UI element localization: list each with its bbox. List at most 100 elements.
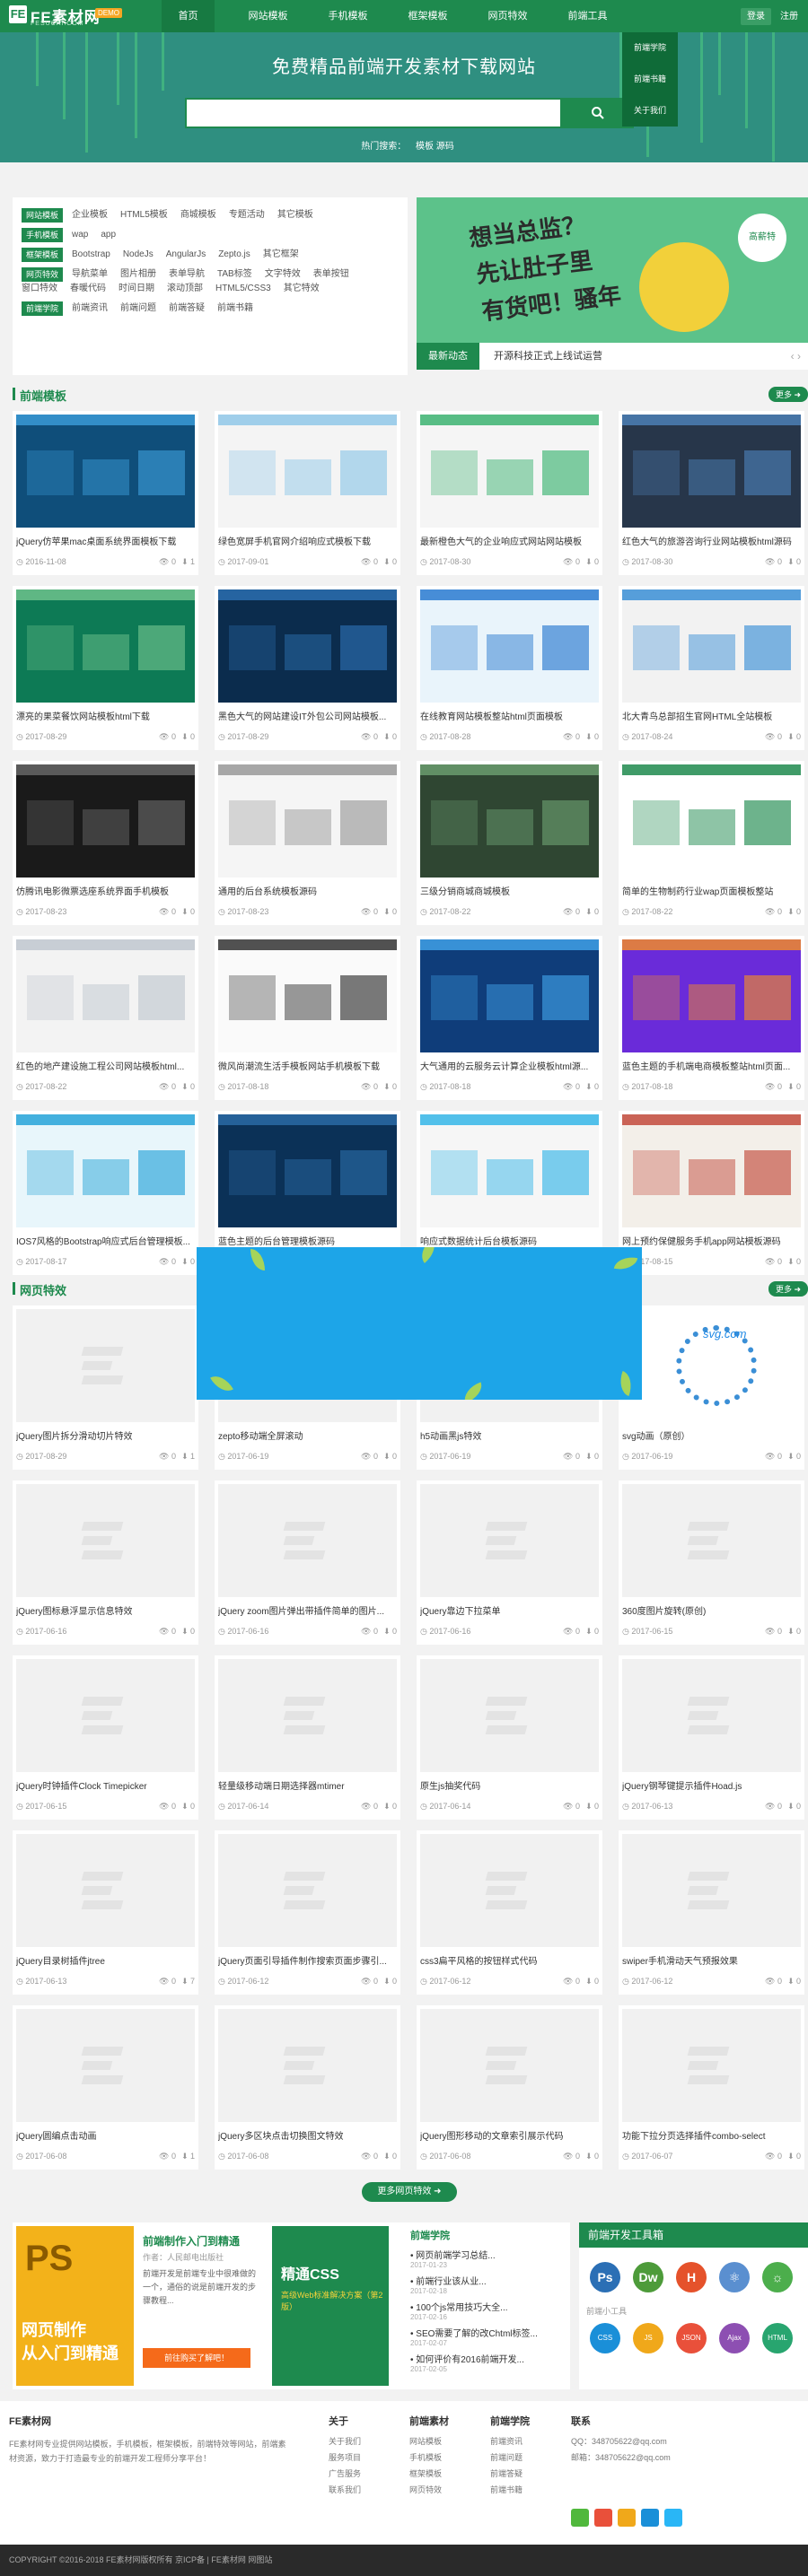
template-title[interactable]: IOS7风格的Bootstrap响应式后台管理模板... [16,1234,195,1247]
template-thumbnail[interactable] [218,415,397,528]
effect-thumbnail[interactable] [420,2009,599,2122]
tool-icon[interactable]: Ps [590,2262,620,2292]
effect-title[interactable]: jQuery目录树插件jtree [16,1953,195,1967]
footer-link[interactable]: 联系我们 [329,2482,361,2498]
effect-card[interactable]: 功能下拉分页选择插件combo-select ◷ 2017-06-07 👁 0 ⬇ 0 [619,2005,804,2170]
category-link[interactable]: 其它框架 [263,248,299,262]
dropdown-item[interactable]: 关于我们 [622,95,678,127]
article-title[interactable]: • SEO需要了解的改Chtml标签... [410,2326,563,2339]
effect-card[interactable]: jQuery zoom图片弹出带插件简单的图片... ◷ 2017-06-16 👁 … [215,1480,400,1645]
social-icon[interactable] [618,2509,636,2527]
template-card[interactable]: 红色大气的旅游咨询行业网站模板html源码 ◷ 2017-08-30 👁 0 ⬇ 0 [619,411,804,575]
template-thumbnail[interactable] [218,589,397,703]
category-link[interactable]: NodeJs [123,248,154,262]
effect-thumbnail[interactable] [16,2009,195,2122]
effect-card[interactable]: jQuery目录树插件jtree ◷ 2017-06-13 👁 0 ⬇ 7 [13,1830,198,1995]
effect-thumbnail[interactable]: svg.com [622,1309,801,1422]
template-card[interactable]: 通用的后台系统模板源码 ◷ 2017-08-23 👁 0 ⬇ 0 [215,761,400,925]
effect-title[interactable]: svg动画（原创） [622,1428,801,1442]
footer-contact[interactable]: 邮箱：348705622@qq.com [571,2449,671,2466]
footer-link[interactable]: 前端资讯 [490,2433,523,2449]
category-link[interactable]: 前端资讯 [72,301,108,316]
category-link[interactable]: 商城模板 [180,208,216,223]
template-thumbnail[interactable] [420,1114,599,1227]
category-link[interactable]: 表单按钮 [313,267,349,282]
template-title[interactable]: 三级分销商城商城模板 [420,884,599,897]
category-label[interactable]: 网页特效 [22,267,64,282]
footer-link[interactable]: 前端答疑 [490,2466,523,2482]
category-link[interactable]: app [101,228,116,242]
category-link[interactable]: 前端书籍 [217,301,253,316]
template-card[interactable]: 仿腾讯电影微票选座系统界面手机模板 ◷ 2017-08-23 👁 0 ⬇ 0 [13,761,198,925]
book-cover-image[interactable]: 精通CSS 高级Web标准解决方案（第2版） [272,2226,389,2386]
effect-title[interactable]: jQuery图标悬浮显示信息特效 [16,1603,195,1617]
effect-thumbnail[interactable] [420,1659,599,1772]
template-card[interactable]: jQuery仿苹果mac桌面系统界面模板下载 ◷ 2016-11-08 👁 0 ⬇ 1 [13,411,198,575]
login-button[interactable]: 登录 [741,8,771,25]
effect-title[interactable]: jQuery时钟插件Clock Timepicker [16,1778,195,1792]
hot-search-link[interactable]: 模板 [416,142,434,152]
template-card[interactable]: 在线教育网站模板整站html页面模板 ◷ 2017-08-28 👁 0 ⬇ 0 [417,586,602,750]
category-link[interactable]: 企业模板 [72,208,108,223]
article-item[interactable]: • SEO需要了解的改Chtml标签... 2017-02-07 [410,2326,563,2347]
effect-thumbnail[interactable] [16,1834,195,1947]
template-title[interactable]: 在线教育网站模板整站html页面模板 [420,709,599,722]
effect-title[interactable]: jQuery图片拆分滑动切片特效 [16,1428,195,1442]
effect-card[interactable]: jQuery钢琴键提示插件Hoad.js ◷ 2017-06-13 👁 0 ⬇ 0 [619,1655,804,1820]
category-link[interactable]: 导航菜单 [72,267,108,282]
template-thumbnail[interactable] [420,939,599,1052]
effect-title[interactable]: jQuery多区块点击切换图文特效 [218,2128,397,2142]
effect-title[interactable]: jQuery圆编点击动画 [16,2128,195,2142]
effect-card[interactable]: jQuery图片拆分滑动切片特效 ◷ 2017-08-29 👁 0 ⬇ 1 [13,1305,198,1470]
template-card[interactable]: 红色的地产建设施工程公司网站模板html... ◷ 2017-08-22 👁 0 ⬇ … [13,936,198,1100]
site-logo[interactable]: FE FE素材网 DEMO FESUCAI.COM [9,5,144,27]
template-card[interactable]: 网上预约保健服务手机app网站模板源码 ◷ 2017-08-15 👁 0 ⬇ 0 [619,1111,804,1275]
footer-link[interactable]: 关于我们 [329,2433,361,2449]
template-card[interactable]: 最新橙色大气的企业响应式网站网站模板 ◷ 2017-08-30 👁 0 ⬇ 0 [417,411,602,575]
register-button[interactable]: 注册 [774,8,804,25]
article-item[interactable]: • 如何评价有2016前端开发... 2017-02-05 [410,2352,563,2373]
template-card[interactable]: 简单的生物制药行业wap页面模板整站 ◷ 2017-08-22 👁 0 ⬇ 0 [619,761,804,925]
template-title[interactable]: 最新橙色大气的企业响应式网站网站模板 [420,534,599,547]
effect-thumbnail[interactable] [218,1834,397,1947]
effect-card[interactable]: jQuery圆编点击动画 ◷ 2017-06-08 👁 0 ⬇ 1 [13,2005,198,2170]
template-thumbnail[interactable] [16,415,195,528]
course-cover-image[interactable]: PS 网页制作 从入门到精通 [16,2226,134,2386]
category-link[interactable]: 专题活动 [229,208,265,223]
template-card[interactable]: 北大青鸟总部招生官网HTML全站模板 ◷ 2017-08-24 👁 0 ⬇ 0 [619,586,804,750]
template-card[interactable]: 黑色大气的网站建设IT外包公司网站模板... ◷ 2017-08-29 👁 0 ⬇ 0 [215,586,400,750]
category-link[interactable]: Bootstrap [72,248,110,262]
template-title[interactable]: 绿色宽屏手机官网介绍响应式模板下载 [218,534,397,547]
course-title[interactable]: 前端制作入门到精通 [143,2233,240,2249]
effect-title[interactable]: jQuery zoom图片弹出带插件简单的图片... [218,1603,397,1617]
more-effects-button[interactable]: 更多 ➜ [768,1281,808,1297]
template-title[interactable]: 大气通用的云服务云计算企业模板html源... [420,1059,599,1072]
template-thumbnail[interactable] [622,415,801,528]
effect-thumbnail[interactable] [16,1309,195,1422]
nav-frontend-tools[interactable]: 前端工具 [561,0,614,32]
category-link[interactable]: HTML5模板 [120,208,168,223]
effect-title[interactable]: jQuery图形移动的文章索引展示代码 [420,2128,599,2142]
mini-tool-icon[interactable]: JSON [676,2323,707,2353]
nav-home[interactable]: 首页 [162,0,215,32]
template-card[interactable]: 蓝色主题的手机端电商模板整站html页面... ◷ 2017-08-18 👁 0 ⬇ … [619,936,804,1100]
template-title[interactable]: 蓝色主题的手机端电商模板整站html页面... [622,1059,801,1072]
category-link[interactable]: Zepto.js [218,248,250,262]
course-buy-button[interactable]: 前往购买了解吧！ [143,2348,250,2368]
nav-mobile-templates[interactable]: 手机模板 [321,0,374,32]
template-thumbnail[interactable] [16,1114,195,1227]
social-icon[interactable] [594,2509,612,2527]
effect-card[interactable]: 360度图片旋转(原创) ◷ 2017-06-15 👁 0 ⬇ 0 [619,1480,804,1645]
template-thumbnail[interactable] [218,1114,397,1227]
footer-contact[interactable]: QQ：348705622@qq.com [571,2433,671,2449]
effect-card[interactable]: css3扁平风格的按钮样式代码 ◷ 2017-06-12 👁 0 ⬇ 0 [417,1830,602,1995]
effect-title[interactable]: 功能下拉分页选择插件combo-select [622,2128,801,2142]
category-link[interactable]: 时间日期 [119,282,154,296]
tool-icon[interactable]: ☼ [762,2262,793,2292]
template-card[interactable]: IOS7风格的Bootstrap响应式后台管理模板... ◷ 2017-08-17… [13,1111,198,1275]
effect-card[interactable]: 轻量级移动端日期选择器mtimer ◷ 2017-06-14 👁 0 ⬇ 0 [215,1655,400,1820]
template-thumbnail[interactable] [218,764,397,878]
template-card[interactable]: 微风尚潮流生活手模板网站手机模板下载 ◷ 2017-08-18 👁 0 ⬇ 0 [215,936,400,1100]
category-link[interactable]: 文字特效 [265,267,301,282]
social-icon[interactable] [641,2509,659,2527]
